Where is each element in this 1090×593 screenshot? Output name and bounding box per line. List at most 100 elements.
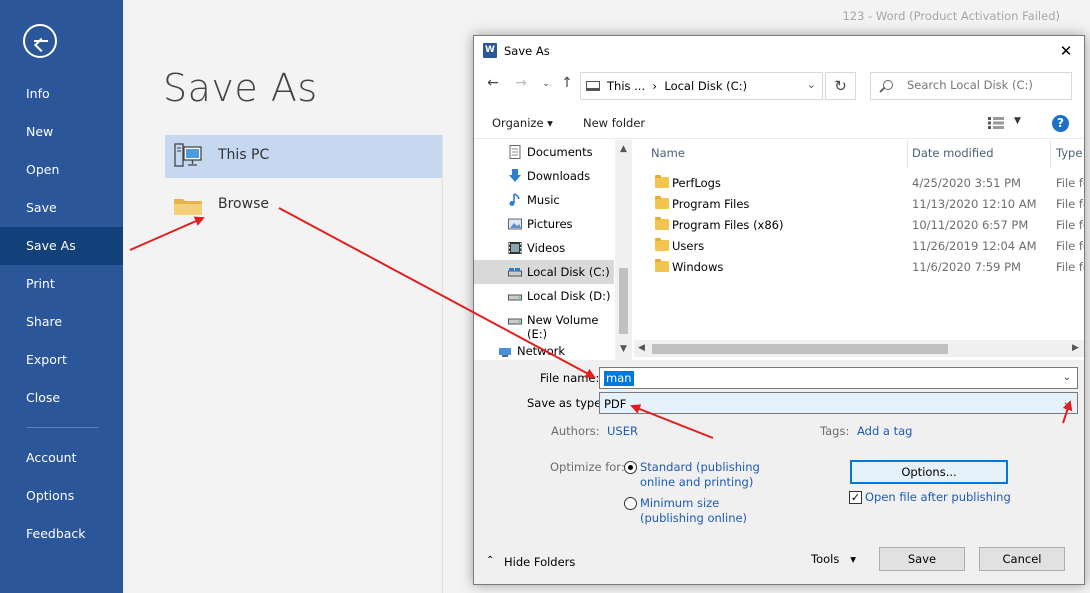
folder-icon — [655, 175, 669, 188]
radio-minimum-size[interactable] — [624, 497, 637, 510]
file-name: Program Files — [672, 197, 750, 211]
location-this-pc[interactable]: This PC — [165, 135, 442, 178]
column-divider[interactable] — [907, 140, 908, 168]
file-list-hscroll-thumb[interactable] — [652, 344, 948, 354]
computer-icon — [586, 81, 600, 91]
nav-pane-item[interactable]: Local Disk (D:) — [474, 284, 614, 308]
hide-folders-button[interactable]: Hide Folders — [504, 555, 575, 569]
file-type: File fo — [1056, 260, 1084, 274]
forward-icon[interactable]: → — [512, 75, 530, 91]
videos-icon — [508, 242, 522, 254]
file-date: 10/11/2020 6:57 PM — [912, 218, 1029, 232]
file-name: Users — [672, 239, 705, 253]
up-icon[interactable]: ↑ — [558, 75, 576, 91]
cancel-button[interactable]: Cancel — [979, 547, 1065, 571]
save-type-select[interactable]: PDF ⌄ — [599, 392, 1078, 414]
file-row[interactable]: PerfLogs 4/25/2020 3:51 PM File fo — [634, 173, 1084, 194]
chevron-down-icon[interactable]: ⌄ — [807, 78, 816, 91]
scroll-right-icon[interactable]: ▶ — [1072, 343, 1079, 353]
column-date-modified[interactable]: Date modified — [912, 146, 994, 160]
tools-button[interactable]: Tools ▾ — [811, 552, 856, 566]
nav-new[interactable]: New — [0, 113, 123, 151]
file-type: File fo — [1056, 176, 1084, 190]
file-row[interactable]: Windows 11/6/2020 7:59 PM File fo — [634, 257, 1084, 278]
nav-feedback[interactable]: Feedback — [0, 515, 123, 553]
file-row[interactable]: Users 11/26/2019 12:04 AM File fo — [634, 236, 1084, 257]
backstage-sidebar: Info New Open Save Save As Print Share E… — [0, 0, 123, 593]
drive-icon — [508, 294, 522, 301]
scroll-down-icon[interactable]: ▼ — [620, 344, 627, 354]
nav-info[interactable]: Info — [0, 75, 123, 113]
nav-pane-item[interactable]: Documents — [474, 140, 614, 164]
search-input[interactable] — [907, 78, 1067, 92]
panel-divider — [442, 135, 443, 593]
scroll-left-icon[interactable]: ◀ — [638, 343, 645, 353]
help-icon[interactable]: ? — [1052, 115, 1069, 132]
location-label: This PC — [218, 147, 270, 163]
search-box[interactable] — [870, 72, 1072, 100]
file-row[interactable]: Program Files 11/13/2020 12:10 AM File f… — [634, 194, 1084, 215]
organize-button[interactable]: Organize ▾ — [492, 116, 553, 130]
drive-icon — [508, 268, 522, 277]
nav-close[interactable]: Close — [0, 379, 123, 417]
options-button[interactable]: Options... — [850, 460, 1008, 484]
close-icon[interactable]: ✕ — [1056, 41, 1076, 61]
nav-pane-item[interactable]: Music — [474, 188, 614, 212]
column-type[interactable]: Type — [1056, 146, 1082, 160]
nav-open[interactable]: Open — [0, 151, 123, 189]
chevron-down-icon[interactable]: ⌄ — [1063, 397, 1071, 408]
save-button[interactable]: Save — [879, 547, 965, 571]
address-row: ← → ⌄ ↑ This ... › Local Disk (C:) ⌄ ↻ — [474, 71, 1084, 101]
file-name-input[interactable]: man ⌄ — [599, 367, 1078, 389]
chevron-up-icon[interactable]: ⌃ — [486, 555, 494, 566]
file-type: File fo — [1056, 218, 1084, 232]
nav-pane-item[interactable]: Downloads — [474, 164, 614, 188]
location-browse[interactable]: Browse — [165, 184, 442, 227]
back-arrow-icon[interactable] — [23, 24, 57, 58]
add-tag-link[interactable]: Add a tag — [857, 424, 912, 438]
nav-pane-item[interactable]: Pictures — [474, 212, 614, 236]
radio-minimum-size-label[interactable]: Minimum size (publishing online) — [640, 496, 747, 526]
new-folder-button[interactable]: New folder — [583, 116, 645, 130]
nav-pane-label: Network — [517, 344, 566, 358]
file-name-value: man — [604, 371, 634, 386]
nav-pane-label: Documents — [527, 145, 593, 159]
back-icon[interactable]: ← — [484, 75, 502, 91]
view-options-icon[interactable] — [988, 117, 1004, 129]
scroll-up-icon[interactable]: ▲ — [620, 144, 627, 154]
column-divider[interactable] — [1050, 140, 1051, 168]
recent-dropdown-icon[interactable]: ⌄ — [537, 79, 555, 89]
authors-label: Authors: — [551, 424, 600, 438]
nav-share[interactable]: Share — [0, 303, 123, 341]
nav-pane-scroll-thumb[interactable] — [619, 268, 628, 334]
nav-options[interactable]: Options — [0, 477, 123, 515]
file-date: 11/26/2019 12:04 AM — [912, 239, 1037, 253]
address-bar[interactable]: This ... › Local Disk (C:) ⌄ — [580, 72, 823, 100]
network-icon — [499, 348, 511, 357]
nav-pane-item[interactable]: New Volume (E:) — [474, 308, 614, 341]
nav-account[interactable]: Account — [0, 439, 123, 477]
authors-value[interactable]: USER — [607, 424, 638, 438]
column-name[interactable]: Name — [651, 146, 685, 160]
radio-standard[interactable] — [624, 461, 637, 474]
refresh-icon[interactable]: ↻ — [825, 72, 856, 100]
drive-icon — [508, 318, 522, 325]
nav-save-as[interactable]: Save As — [0, 227, 123, 265]
nav-save[interactable]: Save — [0, 189, 123, 227]
file-row[interactable]: Program Files (x86) 10/11/2020 6:57 PM F… — [634, 215, 1084, 236]
nav-pane-item-selected[interactable]: Local Disk (C:) — [474, 260, 614, 284]
file-list-hscrollbar[interactable]: ◀ ▶ — [634, 340, 1084, 357]
open-after-checkbox[interactable]: ✓ — [849, 491, 862, 504]
nav-pane-item[interactable]: Videos — [474, 236, 614, 260]
nav-pane-item[interactable]: Network — [474, 339, 604, 360]
file-name: Program Files (x86) — [672, 218, 784, 232]
folder-icon — [174, 199, 202, 215]
chevron-down-icon[interactable]: ▼ — [1014, 116, 1021, 126]
radio-standard-label[interactable]: Standard (publishing online and printing) — [640, 460, 760, 490]
nav-export[interactable]: Export — [0, 341, 123, 379]
music-icon — [509, 193, 520, 206]
nav-print[interactable]: Print — [0, 265, 123, 303]
open-after-label[interactable]: Open file after publishing — [865, 490, 1011, 504]
nav-pane-label: Music — [527, 193, 560, 207]
chevron-down-icon[interactable]: ⌄ — [1063, 372, 1071, 383]
